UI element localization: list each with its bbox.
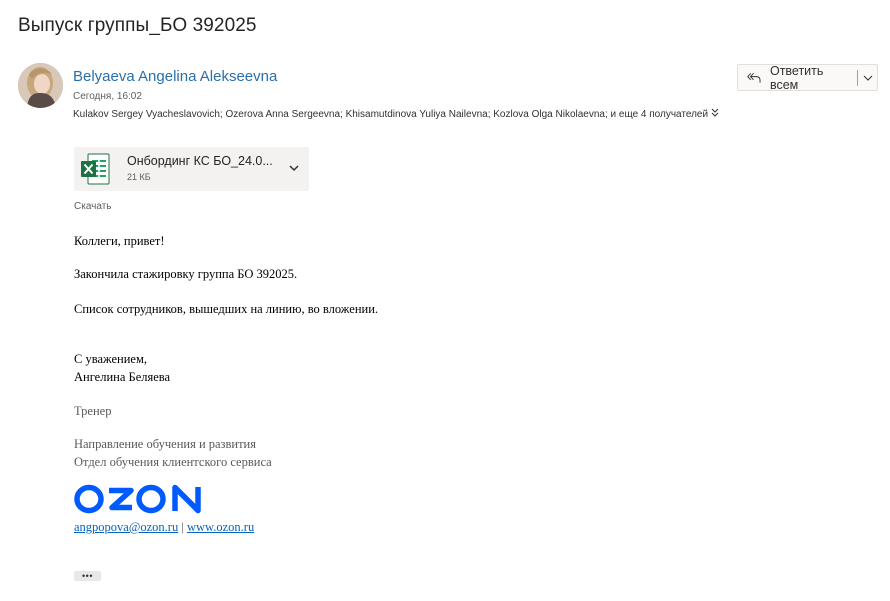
signature-department-1: Направление обучения и развития bbox=[74, 437, 256, 451]
signature-name: Ангелина Беляева bbox=[74, 370, 171, 384]
ozon-logo bbox=[74, 484, 201, 514]
chevron-down-icon bbox=[863, 75, 872, 81]
sent-date: Сегодня, 16:02 bbox=[73, 91, 142, 102]
reply-all-icon bbox=[747, 72, 761, 83]
recipients-list: Kulakov Sergey Vyacheslavovich; Ozerova … bbox=[73, 109, 709, 120]
show-more-button[interactable]: ••• bbox=[74, 571, 101, 581]
signature-department-2: Отдел обучения клиентского сервиса bbox=[74, 455, 272, 469]
reply-all-button-group: Ответить всем bbox=[737, 63, 878, 92]
reply-options-dropdown[interactable] bbox=[858, 65, 877, 90]
sender-avatar[interactable] bbox=[18, 63, 63, 108]
signature-role: Тренер bbox=[74, 404, 112, 418]
attachment-info: Онбординг КС БО_24.0... 21 КБ bbox=[127, 154, 273, 184]
email-subject: Выпуск группы_БО 392025 bbox=[18, 15, 257, 36]
body-greeting: Коллеги, привет! bbox=[74, 234, 165, 248]
recipients-line[interactable]: Kulakov Sergey Vyacheslavovich; Ozerova … bbox=[73, 108, 719, 120]
attachment-name: Онбординг КС БО_24.0... bbox=[127, 154, 273, 168]
sender-name[interactable]: Belyaeva Angelina Alekseevna bbox=[73, 68, 277, 85]
signature-website-link[interactable]: www.ozon.ru bbox=[187, 520, 254, 534]
attachment-card[interactable]: Онбординг КС БО_24.0... 21 КБ bbox=[74, 147, 309, 191]
download-link[interactable]: Скачать bbox=[74, 201, 112, 212]
excel-file-icon bbox=[81, 153, 110, 185]
attachment-size: 21 КБ bbox=[127, 172, 151, 182]
links-separator: | bbox=[181, 520, 184, 534]
signature-regards: С уважением, bbox=[74, 352, 147, 366]
reply-all-button[interactable]: Ответить всем bbox=[738, 63, 849, 92]
signature-links: angpopova@ozon.ru | www.ozon.ru bbox=[74, 520, 254, 535]
attachment-menu-chevron-icon[interactable] bbox=[287, 161, 301, 175]
reply-all-label: Ответить всем bbox=[769, 63, 824, 92]
signature-email-link[interactable]: angpopova@ozon.ru bbox=[74, 520, 178, 534]
expand-recipients-icon[interactable] bbox=[711, 108, 719, 120]
body-line-1: Закончила стажировку группа БО 392025. bbox=[74, 267, 298, 281]
body-line-2: Список сотрудников, вышедших на линию, в… bbox=[74, 302, 379, 316]
avatar-photo bbox=[18, 63, 63, 108]
